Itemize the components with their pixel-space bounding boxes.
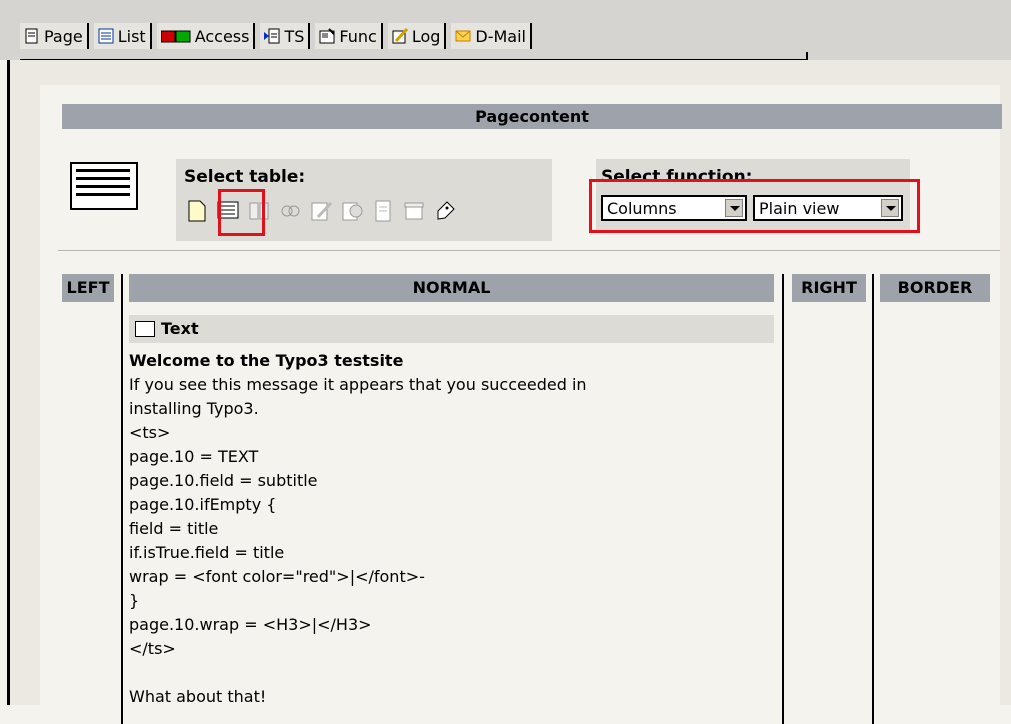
column-separator bbox=[782, 274, 784, 724]
log-icon bbox=[392, 27, 408, 44]
content-line: <ts> bbox=[129, 423, 171, 442]
domain-table-icon[interactable] bbox=[279, 199, 301, 223]
tab-func[interactable]: Func bbox=[315, 23, 383, 49]
tab-label: Page bbox=[44, 26, 83, 46]
list-icon bbox=[98, 28, 114, 44]
access-icon bbox=[160, 28, 191, 44]
module-tab-bar: Page List Access TS Func Log D-Mail bbox=[0, 0, 1011, 61]
tab-label: List bbox=[117, 26, 146, 46]
tab-page[interactable]: Page bbox=[20, 23, 89, 49]
mail-icon bbox=[455, 28, 471, 44]
page-title: Pagecontent bbox=[62, 104, 1002, 129]
column-header-right: RIGHT bbox=[792, 274, 866, 302]
tab-ts[interactable]: TS bbox=[260, 23, 311, 49]
column-separator bbox=[121, 274, 123, 724]
box-table-icon[interactable] bbox=[403, 199, 425, 223]
func-icon bbox=[319, 28, 336, 44]
content-line: wrap = <font color="red">|</font>- bbox=[129, 567, 425, 586]
content-line bbox=[129, 661, 779, 685]
content-line: field = title bbox=[129, 519, 219, 538]
column-header-normal: NORMAL bbox=[129, 274, 774, 302]
page-icon bbox=[24, 28, 40, 44]
tab-log[interactable]: Log bbox=[387, 23, 447, 49]
column-separator bbox=[872, 274, 874, 724]
tab-label: Access bbox=[194, 26, 250, 46]
tab-label: D-Mail bbox=[475, 26, 526, 46]
content-line: </ts> bbox=[129, 639, 176, 658]
content-line: page.10.wrap = <H3>|</H3> bbox=[129, 615, 372, 634]
column-header-border: BORDER bbox=[880, 274, 990, 302]
content-heading: Welcome to the Typo3 testsite bbox=[129, 351, 404, 370]
content-line: page.10.field = subtitle bbox=[129, 471, 318, 490]
tab-list[interactable]: List bbox=[93, 23, 152, 49]
highlight-box bbox=[218, 189, 265, 236]
content-element-body: Welcome to the Typo3 testsite If you see… bbox=[129, 349, 779, 709]
tab-label: Func bbox=[339, 26, 377, 46]
content-line: If you see this message it appears that … bbox=[129, 375, 587, 394]
content-line: installing Typo3. bbox=[129, 399, 259, 418]
content-line: What about that! bbox=[129, 687, 267, 706]
globe-table-icon[interactable] bbox=[341, 199, 363, 223]
content-type-label: Text bbox=[161, 319, 199, 338]
column-header-left: LEFT bbox=[62, 274, 114, 302]
content-line: page.10.ifEmpty { bbox=[129, 495, 277, 514]
page-content-area: Pagecontent Select table: Select functio… bbox=[40, 85, 1002, 724]
ts-icon bbox=[264, 28, 280, 44]
content-line: if.isTrue.field = title bbox=[129, 543, 285, 562]
tab-d-mail[interactable]: D-Mail bbox=[451, 23, 532, 49]
divider bbox=[58, 250, 1000, 251]
page-table-icon[interactable] bbox=[186, 199, 208, 223]
content-element-header[interactable]: Text bbox=[129, 315, 774, 343]
text-element-icon bbox=[135, 321, 155, 337]
tab-label: TS bbox=[284, 26, 305, 46]
tag-table-icon[interactable] bbox=[434, 199, 456, 223]
tab-access[interactable]: Access bbox=[156, 23, 256, 49]
select-table-label: Select table: bbox=[184, 167, 306, 187]
tab-label: Log bbox=[411, 26, 441, 46]
document-table-icon[interactable] bbox=[372, 199, 394, 223]
content-line: } bbox=[129, 591, 140, 610]
module-frame: Pagecontent Select table: Select functio… bbox=[7, 60, 1011, 724]
highlight-box bbox=[589, 179, 920, 233]
table-icon bbox=[70, 162, 138, 210]
content-line: page.10 = TEXT bbox=[129, 447, 259, 466]
edit-table-icon[interactable] bbox=[310, 199, 333, 223]
